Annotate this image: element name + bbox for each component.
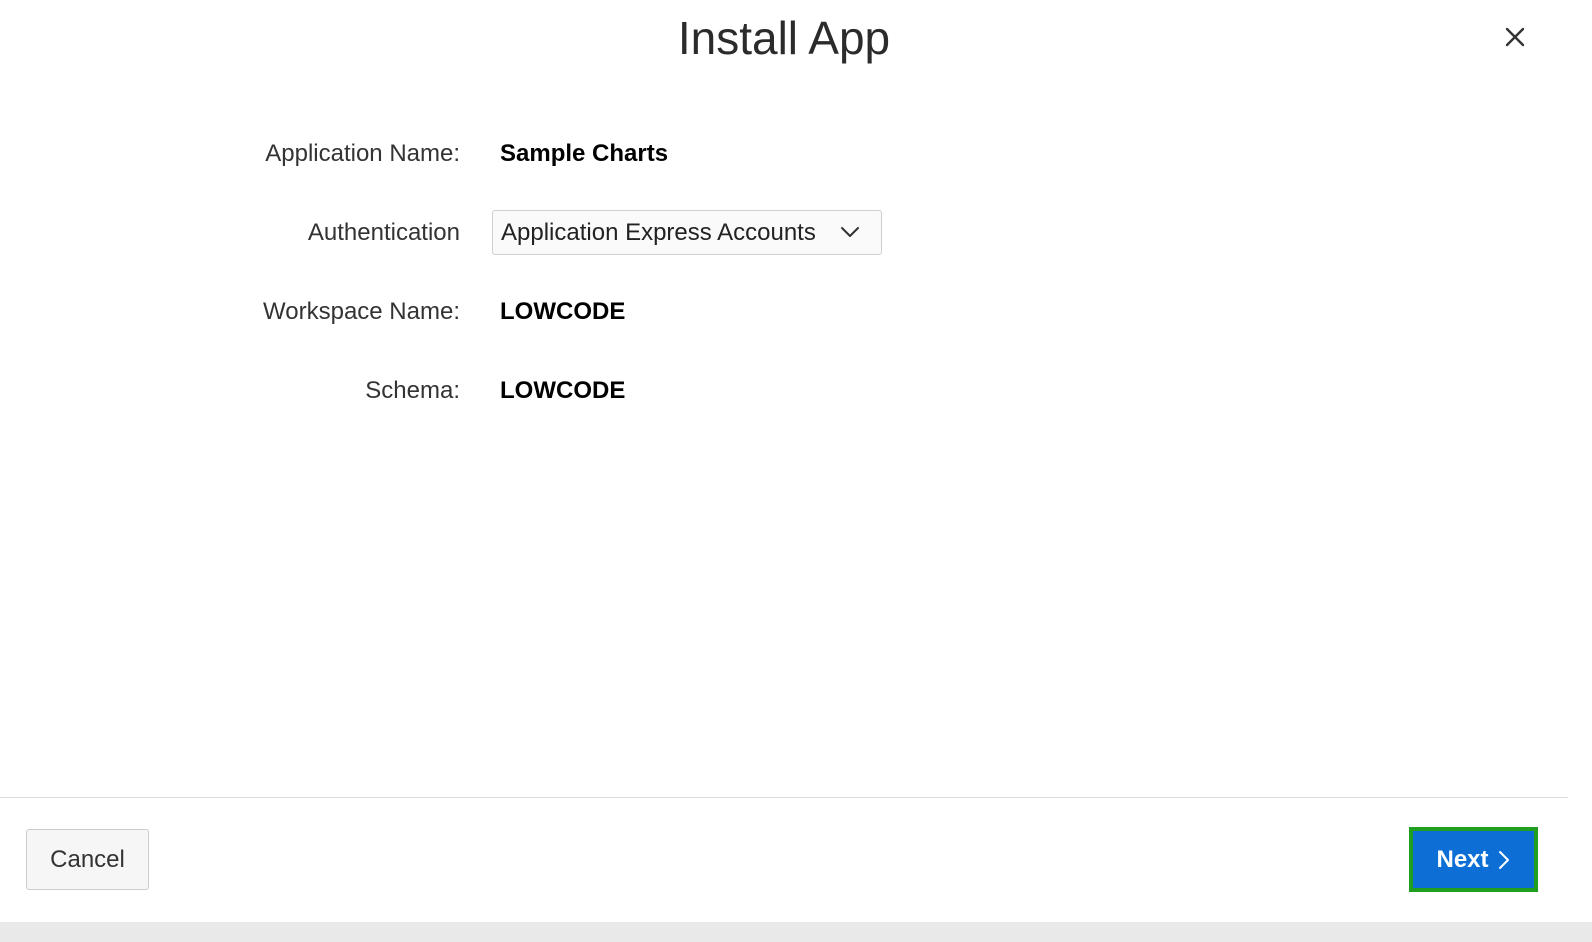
right-edge-gutter (1568, 0, 1592, 942)
cancel-button[interactable]: Cancel (26, 829, 149, 890)
dialog-title: Install App (677, 12, 891, 64)
workspace-name-label: Workspace Name: (263, 298, 460, 325)
schema-row: Schema: LOWCODE (0, 367, 1568, 415)
install-app-dialog: Install App Application Name: Sample Cha… (0, 0, 1568, 926)
next-button[interactable]: Next (1409, 827, 1538, 892)
background-page-edge (0, 922, 1592, 942)
footer-divider (0, 797, 1568, 798)
application-name-label: Application Name: (265, 140, 460, 167)
workspace-name-value: LOWCODE (500, 298, 626, 325)
application-name-row: Application Name: Sample Charts (0, 130, 1568, 178)
page: Install App Application Name: Sample Cha… (0, 0, 1592, 942)
chevron-down-icon (841, 227, 859, 237)
chevron-right-icon (1498, 850, 1509, 869)
next-button-label: Next (1436, 845, 1489, 873)
next-button-inner: Next (1413, 831, 1534, 888)
close-button[interactable] (1496, 20, 1534, 54)
authentication-select[interactable]: Application Express Accounts (492, 210, 882, 255)
authentication-selected-value: Application Express Accounts (501, 219, 816, 246)
authentication-label: Authentication (307, 219, 460, 246)
schema-label: Schema: (365, 377, 460, 404)
schema-value: LOWCODE (500, 377, 626, 404)
application-name-value: Sample Charts (500, 140, 669, 167)
authentication-row: Authentication Application Express Accou… (0, 209, 1568, 257)
close-icon (1505, 27, 1525, 47)
workspace-name-row: Workspace Name: LOWCODE (0, 288, 1568, 336)
